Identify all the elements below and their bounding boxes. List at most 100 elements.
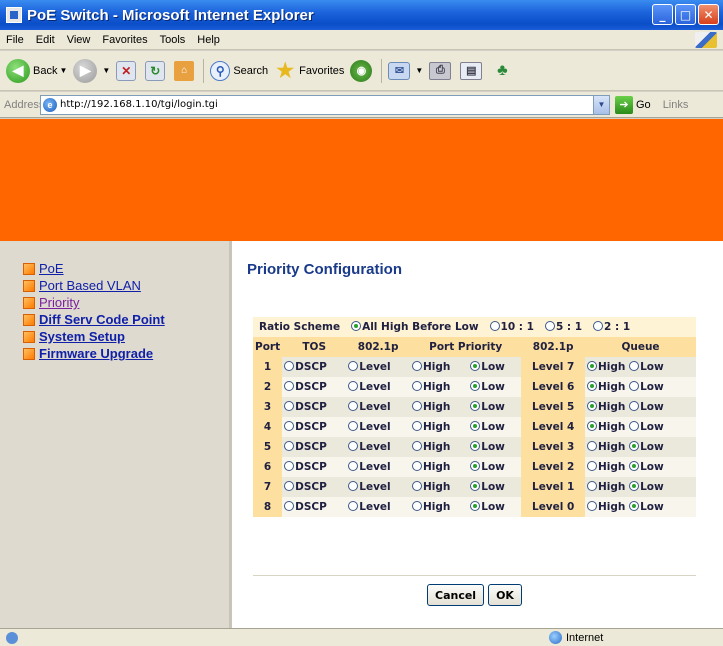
8021p-level-option[interactable]: Level — [348, 481, 391, 493]
port-priority-high-option[interactable]: High — [412, 381, 450, 393]
radio-button[interactable] — [412, 421, 423, 431]
print-button[interactable]: ⎙ — [429, 61, 454, 80]
tos-dscp-option[interactable]: DSCP — [284, 501, 327, 513]
port-priority-high-option[interactable]: High — [412, 501, 450, 513]
home-button[interactable]: ⌂ — [174, 60, 197, 81]
ratio-option-2-1[interactable]: 2 : 1 — [593, 321, 630, 333]
maximize-button[interactable]: □ — [675, 4, 696, 25]
radio-button[interactable] — [412, 441, 423, 451]
radio-button[interactable] — [593, 321, 604, 331]
close-button[interactable]: ✕ — [698, 4, 719, 25]
sidebar-item-system-setup[interactable]: System Setup — [23, 328, 229, 345]
radio-button[interactable] — [348, 421, 359, 431]
radio-button[interactable] — [348, 461, 359, 471]
ratio-option-5-1[interactable]: 5 : 1 — [544, 321, 582, 333]
port-priority-low-option[interactable]: Low — [470, 441, 505, 453]
radio-button[interactable] — [284, 501, 295, 511]
port-priority-low-option[interactable]: Low — [470, 421, 505, 433]
radio-button[interactable] — [629, 381, 640, 391]
queue-high-option[interactable]: High — [587, 381, 625, 393]
port-priority-low-option[interactable]: Low — [470, 461, 505, 473]
tos-dscp-option[interactable]: DSCP — [284, 481, 327, 493]
radio-button[interactable] — [412, 481, 423, 491]
queue-low-option[interactable]: Low — [629, 441, 664, 453]
radio-button[interactable] — [587, 361, 598, 371]
queue-high-option[interactable]: High — [587, 461, 625, 473]
radio-button[interactable] — [587, 501, 598, 511]
radio-button[interactable] — [284, 361, 295, 371]
radio-button[interactable] — [470, 401, 481, 411]
forward-dropdown-icon[interactable]: ▼ — [102, 66, 110, 75]
8021p-level-option[interactable]: Level — [348, 381, 391, 393]
radio-button[interactable] — [587, 381, 598, 391]
favorites-button[interactable]: ★ Favorites — [274, 60, 344, 82]
radio-button[interactable] — [470, 441, 481, 451]
queue-low-option[interactable]: Low — [629, 381, 664, 393]
messenger-button[interactable]: ♣ — [491, 60, 516, 82]
radio-button[interactable] — [470, 421, 481, 431]
radio-button[interactable] — [412, 401, 423, 411]
edit-button[interactable]: ▤ — [460, 61, 485, 80]
queue-high-option[interactable]: High — [587, 501, 625, 513]
queue-low-option[interactable]: Low — [629, 461, 664, 473]
mail-dropdown-icon[interactable]: ▼ — [415, 66, 423, 75]
refresh-button[interactable]: ↻ — [145, 60, 168, 81]
queue-high-option[interactable]: High — [587, 401, 625, 413]
port-priority-low-option[interactable]: Low — [470, 381, 505, 393]
menu-help[interactable]: Help — [191, 34, 226, 46]
port-priority-low-option[interactable]: Low — [470, 361, 505, 373]
window-title-bar[interactable]: PoE Switch - Microsoft Internet Explorer… — [0, 0, 723, 30]
links-button[interactable]: Links — [663, 99, 689, 111]
radio-button[interactable] — [587, 461, 598, 471]
queue-high-option[interactable]: High — [587, 361, 625, 373]
queue-high-option[interactable]: High — [587, 441, 625, 453]
radio-button[interactable] — [544, 321, 555, 331]
radio-button[interactable] — [629, 361, 640, 371]
radio-button[interactable] — [629, 501, 640, 511]
radio-button[interactable] — [470, 461, 481, 471]
radio-button[interactable] — [629, 421, 640, 431]
menu-favorites[interactable]: Favorites — [96, 34, 153, 46]
sidebar-item-port-based-vlan[interactable]: Port Based VLAN — [23, 277, 229, 294]
port-priority-high-option[interactable]: High — [412, 481, 450, 493]
radio-button[interactable] — [629, 401, 640, 411]
8021p-level-option[interactable]: Level — [348, 441, 391, 453]
queue-low-option[interactable]: Low — [629, 481, 664, 493]
address-input[interactable]: e http://192.168.1.10/tgi/login.tgi ▼ — [40, 94, 610, 115]
tos-dscp-option[interactable]: DSCP — [284, 401, 327, 413]
radio-button[interactable] — [587, 481, 598, 491]
address-url[interactable]: http://192.168.1.10/tgi/login.tgi — [60, 99, 593, 110]
radio-button[interactable] — [629, 481, 640, 491]
tos-dscp-option[interactable]: DSCP — [284, 361, 327, 373]
queue-low-option[interactable]: Low — [629, 401, 664, 413]
mail-button[interactable]: ✉ ▼ — [388, 61, 423, 80]
menu-edit[interactable]: Edit — [30, 34, 61, 46]
radio-button[interactable] — [348, 501, 359, 511]
port-priority-high-option[interactable]: High — [412, 441, 450, 453]
radio-button[interactable] — [348, 441, 359, 451]
tos-dscp-option[interactable]: DSCP — [284, 461, 327, 473]
menu-view[interactable]: View — [61, 34, 97, 46]
port-priority-low-option[interactable]: Low — [470, 401, 505, 413]
radio-button[interactable] — [412, 461, 423, 471]
radio-button[interactable] — [470, 361, 481, 371]
radio-button[interactable] — [284, 421, 295, 431]
radio-button[interactable] — [587, 421, 598, 431]
search-button[interactable]: ⚲ Search — [210, 60, 268, 81]
menu-file[interactable]: File — [0, 34, 30, 46]
address-dropdown-icon[interactable]: ▼ — [593, 95, 609, 114]
radio-button[interactable] — [284, 441, 295, 451]
stop-button[interactable]: ✕ — [116, 60, 139, 81]
radio-button[interactable] — [587, 441, 598, 451]
radio-button[interactable] — [348, 481, 359, 491]
8021p-level-option[interactable]: Level — [348, 421, 391, 433]
radio-button[interactable] — [412, 361, 423, 371]
queue-low-option[interactable]: Low — [629, 501, 664, 513]
radio-button[interactable] — [470, 501, 481, 511]
queue-low-option[interactable]: Low — [629, 421, 664, 433]
radio-button[interactable] — [489, 321, 500, 331]
radio-button[interactable] — [284, 461, 295, 471]
cancel-button[interactable]: Cancel — [427, 584, 485, 606]
8021p-level-option[interactable]: Level — [348, 361, 391, 373]
radio-button[interactable] — [629, 461, 640, 471]
